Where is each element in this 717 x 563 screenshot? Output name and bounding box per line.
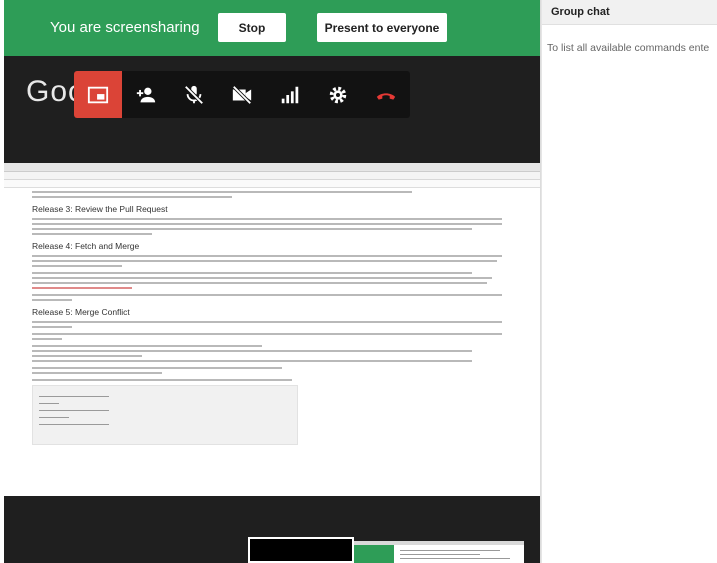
pip-icon bbox=[87, 86, 109, 103]
browser-tabbar bbox=[4, 163, 540, 172]
add-person-icon bbox=[136, 87, 156, 102]
hang-up-button[interactable] bbox=[362, 71, 410, 118]
doc-heading: Release 4: Fetch and Merge bbox=[32, 241, 140, 251]
video-stage: You are screensharing Stop Present to ev… bbox=[4, 0, 540, 563]
doc-heading: Release 3: Review the Pull Request bbox=[32, 204, 168, 214]
gear-icon bbox=[329, 86, 347, 103]
shared-screen: Release 3: Review the Pull Request Relea… bbox=[4, 163, 540, 496]
camera-off-button[interactable] bbox=[218, 71, 266, 118]
screenshare-banner: You are screensharing Stop Present to ev… bbox=[4, 0, 540, 56]
doc-heading: Release 5: Merge Conflict bbox=[32, 307, 130, 317]
phone-hangup-icon bbox=[376, 92, 396, 100]
present-to-everyone-button[interactable]: Present to everyone bbox=[317, 13, 447, 42]
settings-button[interactable] bbox=[314, 71, 362, 118]
signal-bars-icon bbox=[281, 86, 299, 103]
group-chat-panel: Group chat To list all available command… bbox=[541, 0, 717, 563]
mic-off-icon bbox=[184, 84, 204, 105]
mute-mic-button[interactable] bbox=[170, 71, 218, 118]
signal-button[interactable] bbox=[266, 71, 314, 118]
screen-thumbnail[interactable] bbox=[354, 541, 524, 563]
stop-button[interactable]: Stop bbox=[218, 13, 286, 42]
camera-off-icon bbox=[232, 84, 252, 105]
picture-in-picture-button[interactable] bbox=[74, 71, 122, 118]
hangout-window: You are screensharing Stop Present to ev… bbox=[0, 0, 717, 563]
code-block bbox=[32, 385, 298, 445]
browser-urlbar bbox=[4, 172, 540, 180]
chat-system-message: To list all available commands ente bbox=[547, 42, 710, 54]
screenshare-message: You are screensharing bbox=[50, 19, 200, 36]
chat-title: Group chat bbox=[542, 0, 717, 25]
add-people-button[interactable] bbox=[122, 71, 170, 118]
call-toolbar bbox=[74, 71, 410, 118]
self-view-thumbnail[interactable] bbox=[248, 537, 354, 563]
shared-document: Release 3: Review the Pull Request Relea… bbox=[32, 191, 532, 445]
self-view-video bbox=[250, 539, 352, 561]
browser-bookmarks-bar bbox=[4, 180, 540, 188]
